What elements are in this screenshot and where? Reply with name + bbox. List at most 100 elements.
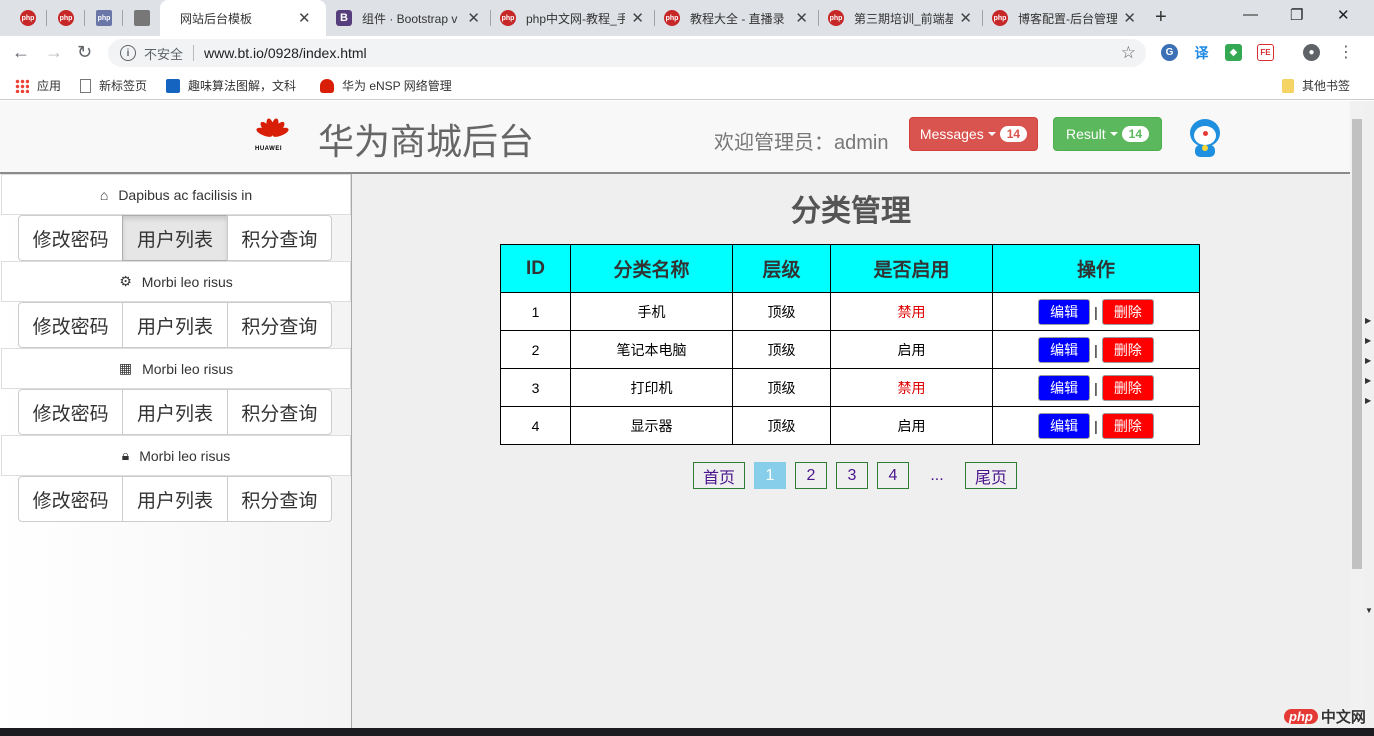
avatar[interactable] bbox=[1189, 119, 1221, 157]
page-icon bbox=[80, 78, 91, 93]
first-page-link[interactable]: 首页 bbox=[693, 462, 745, 489]
cell-actions: 编辑 | 删除 bbox=[992, 330, 1200, 369]
info-icon[interactable]: i bbox=[120, 45, 136, 61]
bookmark-label: 华为 eNSP 网络管理 bbox=[342, 79, 452, 93]
user-list-button[interactable]: 用户列表 bbox=[122, 476, 228, 522]
url-text[interactable]: www.bt.io/0928/index.html bbox=[204, 45, 367, 61]
lock-icon: 🔒︎ bbox=[121, 447, 130, 463]
bookmark-ensp[interactable]: 华为 eNSP 网络管理 bbox=[320, 77, 452, 94]
cell-name: 笔记本电脑 bbox=[570, 330, 733, 369]
browser-tab[interactable]: php 博客配置-后台管理 ✕ bbox=[982, 0, 1146, 36]
php-icon: php bbox=[58, 10, 74, 26]
edit-button[interactable]: 编辑 bbox=[1038, 374, 1091, 401]
messages-button[interactable]: Messages 14 bbox=[909, 117, 1038, 151]
points-query-button[interactable]: 积分查询 bbox=[226, 389, 332, 435]
browser-tab[interactable]: php bbox=[48, 0, 82, 36]
points-query-button[interactable]: 积分查询 bbox=[226, 476, 332, 522]
change-password-button[interactable]: 修改密码 bbox=[18, 215, 124, 261]
browser-tab-strip: php php php 网站后台模板 ✕ B 组件 · Bootstrap v … bbox=[0, 0, 1374, 116]
page-link-1[interactable]: 1 bbox=[754, 462, 786, 489]
browser-tab[interactable]: php bbox=[10, 0, 44, 36]
table-header-row: ID 分类名称 层级 是否启用 操作 bbox=[500, 244, 1200, 293]
bootstrap-icon: B bbox=[336, 10, 352, 26]
gear-icon: ⚙ bbox=[119, 273, 132, 289]
user-list-button[interactable]: 用户列表 bbox=[122, 389, 228, 435]
edit-button[interactable]: 编辑 bbox=[1038, 336, 1091, 363]
delete-button[interactable]: 删除 bbox=[1101, 412, 1154, 439]
bookmark-new-tab[interactable]: 新标签页 bbox=[80, 77, 147, 94]
sidebar-group-header[interactable]: ⚙ Morbi leo risus bbox=[1, 261, 351, 302]
grid-icon: ▦ bbox=[118, 360, 133, 376]
bookmark-apps[interactable]: 应用 bbox=[15, 77, 61, 94]
delete-button[interactable]: 删除 bbox=[1101, 298, 1154, 325]
user-list-button[interactable]: 用户列表 bbox=[122, 302, 228, 348]
page-link-2[interactable]: 2 bbox=[795, 462, 827, 489]
close-tab-icon[interactable]: ✕ bbox=[795, 9, 808, 27]
browser-tab[interactable]: php php中文网-教程_手 ✕ bbox=[490, 0, 654, 36]
extension-icon[interactable]: ◆ bbox=[1225, 44, 1242, 61]
edit-button[interactable]: 编辑 bbox=[1038, 298, 1091, 325]
cell-id: 3 bbox=[500, 368, 571, 407]
close-window-icon[interactable]: ✕ bbox=[1337, 6, 1350, 24]
column-header: 操作 bbox=[992, 244, 1200, 293]
sidebar-group-header[interactable]: ▦ Morbi leo risus bbox=[1, 348, 351, 389]
browser-tab[interactable] bbox=[124, 0, 158, 36]
page-link-4[interactable]: 4 bbox=[877, 462, 909, 489]
bookmark-algorithm[interactable]: 趣味算法图解，文科 bbox=[166, 77, 300, 94]
browser-tab-active[interactable]: 网站后台模板 ✕ bbox=[160, 0, 326, 116]
maximize-icon[interactable]: ❐ bbox=[1290, 6, 1303, 24]
menu-icon[interactable]: ⋮ bbox=[1338, 42, 1354, 62]
table-row: 3 打印机 顶级 禁用 编辑 | 删除 bbox=[500, 368, 1200, 407]
cell-level: 顶级 bbox=[732, 292, 831, 331]
change-password-button[interactable]: 修改密码 bbox=[18, 476, 124, 522]
minimize-icon[interactable]: — bbox=[1243, 6, 1258, 23]
sidebar-group-header[interactable]: ⌂ Dapibus ac facilisis in bbox=[1, 174, 351, 215]
change-password-button[interactable]: 修改密码 bbox=[18, 389, 124, 435]
cell-level: 顶级 bbox=[732, 406, 831, 445]
user-list-button[interactable]: 用户列表 bbox=[122, 215, 228, 261]
bookmark-label: 新标签页 bbox=[99, 79, 148, 93]
sidebar-group-header[interactable]: 🔒︎ Morbi leo risus bbox=[1, 435, 351, 476]
tab-title: php中文网-教程_手 bbox=[526, 11, 626, 26]
close-tab-icon[interactable]: ✕ bbox=[631, 9, 644, 27]
close-tab-icon[interactable]: ✕ bbox=[298, 9, 311, 27]
address-bar[interactable]: i 不安全 www.bt.io/0928/index.html ☆ bbox=[108, 39, 1146, 67]
home-icon: ⌂ bbox=[99, 186, 109, 203]
close-tab-icon[interactable]: ✕ bbox=[467, 9, 480, 27]
points-query-button[interactable]: 积分查询 bbox=[226, 302, 332, 348]
last-page-link[interactable]: 尾页 bbox=[965, 462, 1017, 489]
result-button[interactable]: Result 14 bbox=[1053, 117, 1162, 151]
sidebar-button-group: 修改密码 用户列表 积分查询 bbox=[18, 215, 334, 261]
browser-tab[interactable]: php 第三期培训_前端基 ✕ bbox=[818, 0, 982, 36]
close-tab-icon[interactable]: ✕ bbox=[959, 9, 972, 27]
forward-icon[interactable]: → bbox=[45, 42, 63, 63]
translate-icon[interactable]: 译 bbox=[1193, 44, 1210, 61]
c-logo-icon bbox=[166, 78, 180, 93]
scrollbar-thumb[interactable] bbox=[1352, 119, 1362, 569]
table-row: 1 手机 顶级 禁用 编辑 | 删除 bbox=[500, 292, 1200, 331]
site-header: HUAWEI 华为商城后台 欢迎管理员：admin Messages 14 Re… bbox=[0, 101, 1350, 174]
profile-icon[interactable]: ● bbox=[1303, 44, 1320, 61]
extension-icon[interactable]: G bbox=[1161, 44, 1178, 61]
delete-button[interactable]: 删除 bbox=[1101, 374, 1154, 401]
bookmark-label: 趣味算法图解，文科 bbox=[188, 79, 297, 93]
page-link-3[interactable]: 3 bbox=[836, 462, 868, 489]
reload-icon[interactable]: ↻ bbox=[77, 42, 92, 63]
browser-tab[interactable]: php bbox=[86, 0, 120, 36]
browser-tab[interactable]: php 教程大全 - 直播录 ✕ bbox=[654, 0, 818, 36]
change-password-button[interactable]: 修改密码 bbox=[18, 302, 124, 348]
site-title: 华为商城后台 bbox=[318, 121, 535, 162]
bookmark-star-icon[interactable]: ☆ bbox=[1121, 43, 1136, 63]
other-bookmarks[interactable]: 其他书签 bbox=[1282, 77, 1350, 94]
browser-tab[interactable]: B 组件 · Bootstrap v ✕ bbox=[326, 0, 490, 36]
new-tab-icon[interactable]: + bbox=[1155, 6, 1167, 29]
close-tab-icon[interactable]: ✕ bbox=[1123, 9, 1136, 27]
fe-extension-icon[interactable]: FE bbox=[1257, 44, 1274, 61]
back-icon[interactable]: ← bbox=[12, 42, 30, 63]
points-query-button[interactable]: 积分查询 bbox=[226, 215, 332, 261]
page-scrollbar[interactable] bbox=[1350, 101, 1364, 728]
action-separator: | bbox=[1094, 303, 1098, 320]
cell-actions: 编辑 | 删除 bbox=[992, 406, 1200, 445]
edit-button[interactable]: 编辑 bbox=[1038, 412, 1091, 439]
delete-button[interactable]: 删除 bbox=[1101, 336, 1154, 363]
